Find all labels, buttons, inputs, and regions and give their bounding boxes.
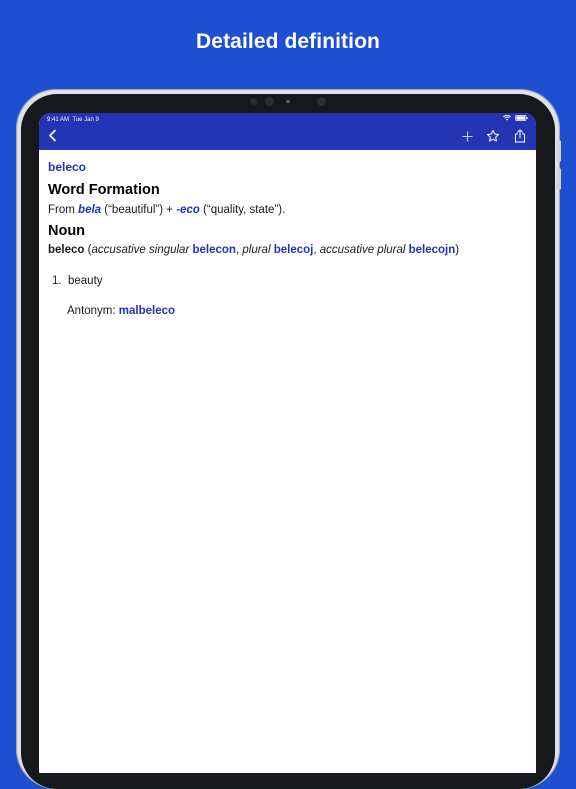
sensor-dot-right — [317, 97, 326, 106]
root-link[interactable]: bela — [78, 204, 101, 216]
plus-icon — [462, 129, 473, 147]
page-headline: Detailed definition — [196, 30, 380, 53]
acc-pl-link[interactable]: belecojn — [409, 244, 456, 256]
status-indicators — [503, 114, 528, 125]
noun-inflection-line: beleco (accusative singular belecon, plu… — [48, 244, 459, 256]
navigation-bar — [39, 126, 536, 150]
acc-pl-label: accusative plural — [319, 244, 406, 256]
back-button[interactable] — [43, 126, 61, 150]
sensor-indicator — [286, 100, 290, 103]
antonym-line: Antonym: malbeleco — [67, 305, 175, 317]
sensor-dot — [250, 98, 257, 105]
sense-gloss: beauty — [67, 275, 103, 287]
battery-icon — [515, 115, 528, 125]
word-formation-heading: Word Formation — [48, 182, 160, 198]
antonym-link[interactable]: malbeleco — [119, 305, 175, 317]
share-icon — [514, 128, 526, 148]
acc-sg-link[interactable]: belecon — [193, 244, 236, 256]
comma-2: , — [313, 244, 317, 256]
plural-label: plural — [242, 244, 271, 256]
sense-item: 1. beauty — [52, 275, 103, 287]
plural-link[interactable]: belecoj — [274, 244, 314, 256]
volume-button-down — [557, 168, 561, 190]
app-screen: 9:41 AM Tue Jan 9 beleco Word Formation … — [39, 113, 536, 773]
antonym-label: Antonym: — [67, 305, 116, 317]
noun-heading: Noun — [48, 223, 86, 239]
chevron-left-icon — [48, 129, 57, 147]
close-paren: ) — [455, 244, 460, 256]
share-button[interactable] — [510, 126, 530, 150]
status-date-text: Tue Jan 9 — [72, 117, 99, 123]
noun-lemma: beleco — [48, 244, 85, 256]
suffix-link[interactable]: -eco — [176, 204, 200, 216]
acc-sg-label: accusative singular — [91, 244, 190, 256]
star-icon — [486, 129, 500, 148]
root-gloss: (“beautiful”) + — [104, 204, 173, 216]
comma-1: , — [235, 244, 240, 256]
status-bar: 9:41 AM Tue Jan 9 — [47, 114, 528, 125]
wifi-icon — [503, 114, 511, 125]
status-time: 9:41 AM Tue Jan 9 — [47, 115, 99, 125]
top-bar: 9:41 AM Tue Jan 9 — [39, 113, 536, 150]
volume-button-up — [557, 140, 561, 162]
word-formation-line: From bela (“beautiful”) + -eco (“quality… — [48, 204, 285, 216]
camera-lens — [265, 97, 274, 106]
favorite-button[interactable] — [483, 126, 503, 150]
status-time-text: 9:41 AM — [47, 117, 70, 123]
suffix-gloss: (“quality, state”). — [203, 204, 286, 216]
sense-number: 1. — [52, 275, 62, 287]
from-text: From — [48, 204, 75, 216]
entry-headword: beleco — [48, 160, 87, 174]
add-button[interactable] — [458, 126, 476, 150]
